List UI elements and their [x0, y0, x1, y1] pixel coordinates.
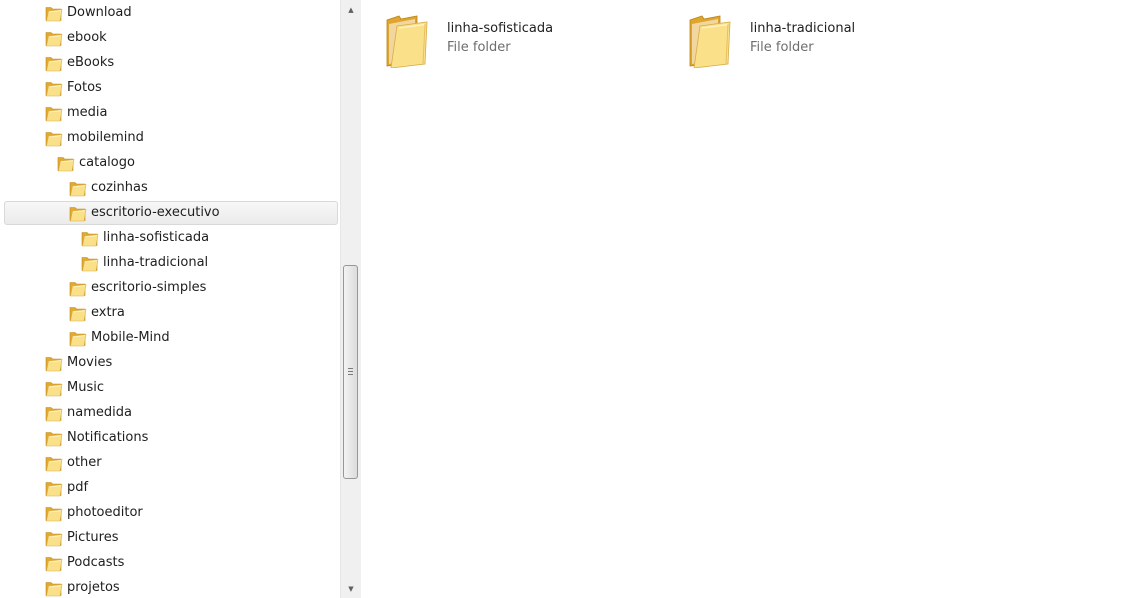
tree-item-label: Pictures — [67, 530, 119, 545]
folder-type: File folder — [447, 40, 511, 55]
tree-item-label: catalogo — [79, 155, 135, 170]
folder-icon — [45, 480, 63, 497]
tree-item[interactable]: other — [4, 451, 338, 475]
tree-item[interactable]: extra — [4, 301, 338, 325]
tree-item[interactable]: linha-sofisticada — [4, 226, 338, 250]
explorer-window: Download ebook eBooks Fotos media mobile… — [0, 0, 1145, 598]
tree-item-label: linha-tradicional — [103, 255, 209, 270]
tree-item-label: Movies — [67, 355, 113, 370]
folder-icon — [45, 30, 63, 47]
tree-item-label: Fotos — [67, 80, 102, 95]
tree-item-label: Podcasts — [67, 555, 125, 570]
tree-item[interactable]: Notifications — [4, 426, 338, 450]
content-pane[interactable]: linha-sofisticada File folder linha-tradi… — [361, 0, 1145, 598]
tree-item[interactable]: Fotos — [4, 76, 338, 100]
tree-item[interactable]: Movies — [4, 351, 338, 375]
folder-tile[interactable]: linha-sofisticada File folder — [361, 8, 651, 70]
tree-item[interactable]: catalogo — [4, 151, 338, 175]
tree-item[interactable]: eBooks — [4, 51, 338, 75]
tree-item[interactable]: Music — [4, 376, 338, 400]
folder-icon — [69, 280, 87, 297]
tree-item-label: escritorio-simples — [91, 280, 207, 295]
tree-item[interactable]: escritorio-executivo — [4, 201, 338, 225]
folder-tile[interactable]: linha-tradicional File folder — [664, 8, 954, 70]
tree-item[interactable]: Download — [4, 1, 338, 25]
folder-icon — [81, 255, 99, 272]
folder-icon — [45, 430, 63, 447]
tree-item-label: extra — [91, 305, 125, 320]
tree-item-label: linha-sofisticada — [103, 230, 210, 245]
scroll-down-arrow-icon[interactable]: ▼ — [341, 581, 361, 598]
folder-icon — [81, 230, 99, 247]
tree-item-label: ebook — [67, 30, 107, 45]
folder-icon — [69, 205, 87, 222]
tree-item[interactable]: namedida — [4, 401, 338, 425]
folder-type: File folder — [750, 40, 814, 55]
folder-icon — [45, 405, 63, 422]
scroll-grip-icon — [348, 368, 353, 375]
folder-icon — [57, 155, 75, 172]
tree-item-label: mobilemind — [67, 130, 144, 145]
folder-icon — [45, 380, 63, 397]
folder-icon — [69, 180, 87, 197]
tree-item[interactable]: photoeditor — [4, 501, 338, 525]
tree-item[interactable]: media — [4, 101, 338, 125]
tree-item-label: other — [67, 455, 102, 470]
folder-icon — [385, 12, 433, 68]
folder-icon — [45, 530, 63, 547]
tree-item-label: Mobile-Mind — [91, 330, 170, 345]
tree-item[interactable]: Mobile-Mind — [4, 326, 338, 350]
folder-name: linha-sofisticada — [447, 21, 554, 36]
tree-item-label: Notifications — [67, 430, 149, 445]
folder-icon — [45, 505, 63, 522]
folder-icon — [45, 80, 63, 97]
tree-item-label: escritorio-executivo — [91, 205, 220, 220]
nav-scrollbar[interactable]: ▲ ▼ — [340, 0, 361, 598]
folder-icon — [45, 455, 63, 472]
tree-item[interactable]: Pictures — [4, 526, 338, 550]
folder-icon — [45, 355, 63, 372]
tree-item[interactable]: mobilemind — [4, 126, 338, 150]
tree-item-label: namedida — [67, 405, 132, 420]
tree-item-label: eBooks — [67, 55, 115, 70]
folder-icon — [45, 105, 63, 122]
tree-item[interactable]: Podcasts — [4, 551, 338, 575]
tree-item[interactable]: pdf — [4, 476, 338, 500]
tree-item[interactable]: linha-tradicional — [4, 251, 338, 275]
tree-item[interactable]: escritorio-simples — [4, 276, 338, 300]
folder-icon — [688, 12, 736, 68]
folder-name: linha-tradicional — [750, 21, 856, 36]
folder-icon — [69, 305, 87, 322]
tree-item-label: Music — [67, 380, 104, 395]
folder-icon — [45, 130, 63, 147]
tree-item-label: media — [67, 105, 108, 120]
folder-icon — [45, 555, 63, 572]
folder-icon — [45, 5, 63, 22]
tree-item-label: Download — [67, 5, 132, 20]
scroll-thumb[interactable] — [343, 265, 358, 479]
folder-icon — [45, 580, 63, 597]
tree-item[interactable]: projetos — [4, 576, 338, 598]
tree-item-label: cozinhas — [91, 180, 148, 195]
folder-icon — [45, 55, 63, 72]
scroll-up-arrow-icon[interactable]: ▲ — [341, 2, 361, 19]
tree-item-label: pdf — [67, 480, 89, 495]
folder-icon — [69, 330, 87, 347]
navigation-pane[interactable]: Download ebook eBooks Fotos media mobile… — [0, 0, 340, 598]
tree-item[interactable]: ebook — [4, 26, 338, 50]
tree-item-label: projetos — [67, 580, 120, 595]
tree-item-label: photoeditor — [67, 505, 143, 520]
tree-item[interactable]: cozinhas — [4, 176, 338, 200]
